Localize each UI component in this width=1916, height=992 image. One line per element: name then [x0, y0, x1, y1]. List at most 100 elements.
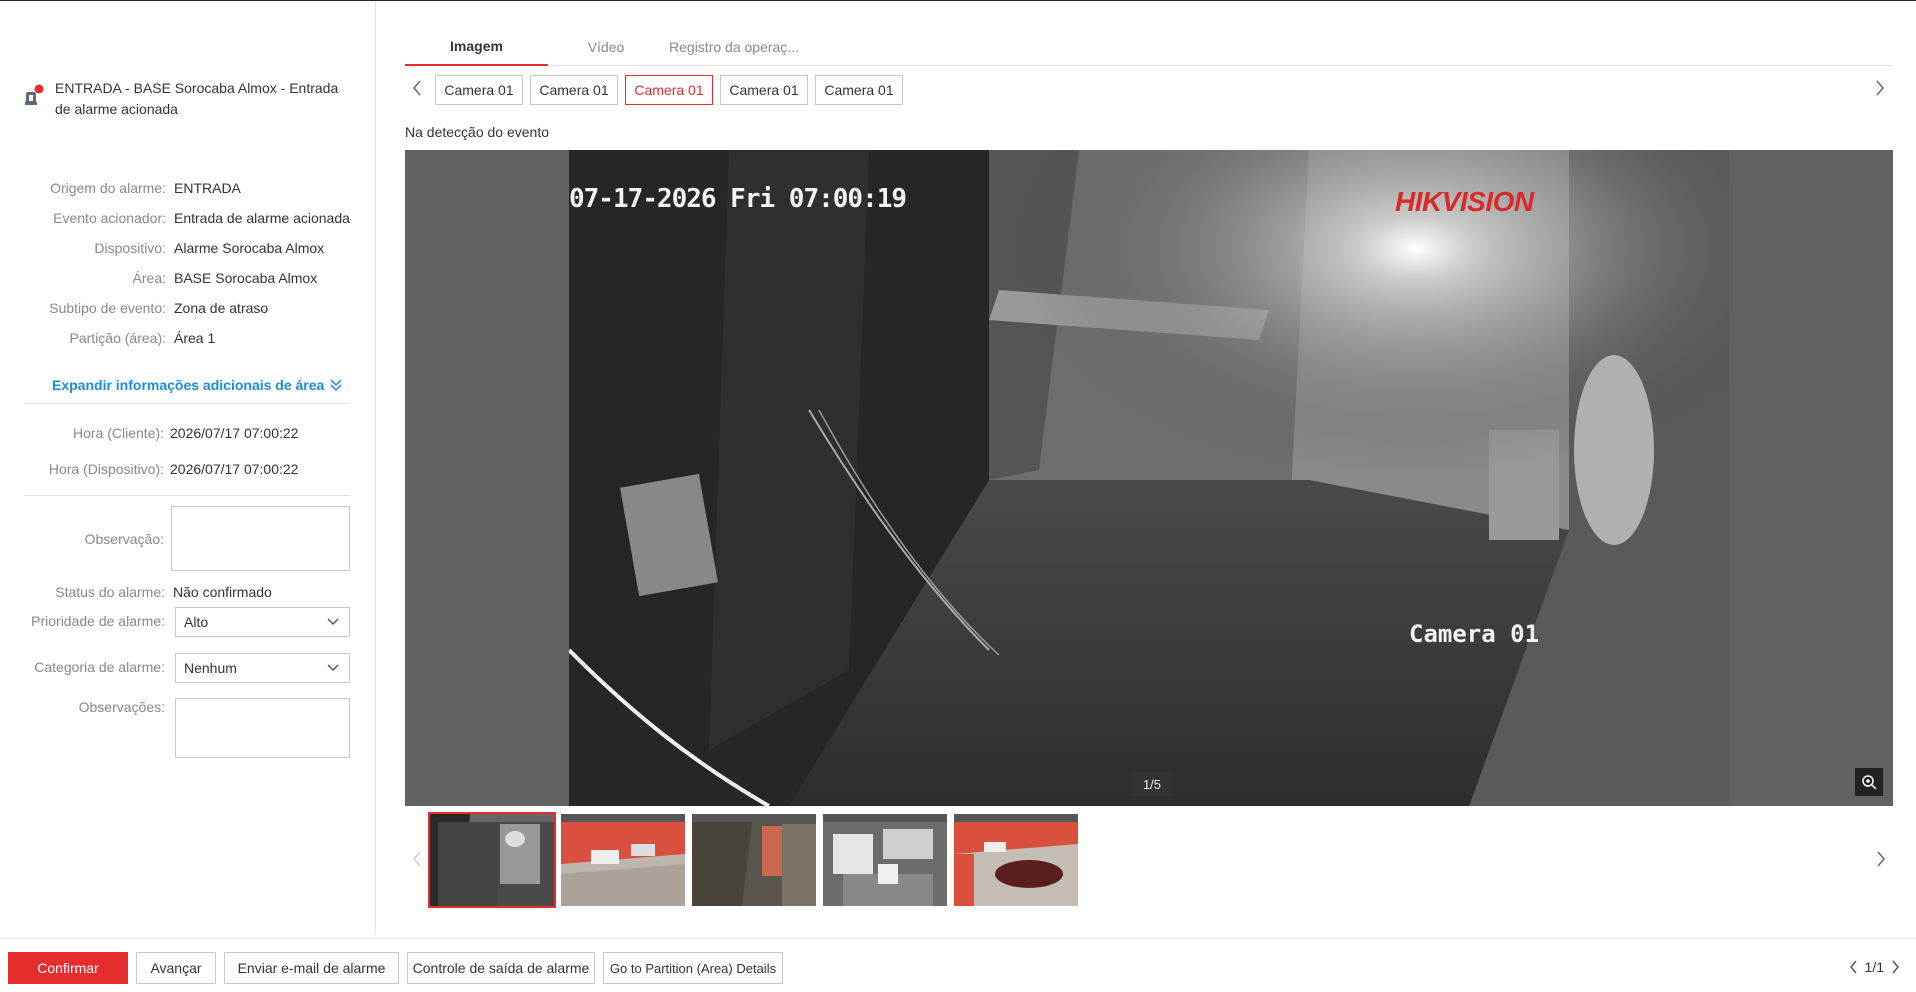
camera-brand-watermark: HIKVISION: [1395, 186, 1534, 217]
info-event-subtype: Subtipo de evento: Zona de atraso: [24, 298, 268, 318]
info-value: Zona de atraso: [174, 300, 269, 316]
osd-camera-name: Camera 01: [1409, 620, 1540, 648]
time-value: 2026/07/17 07:00:22: [170, 461, 299, 477]
camera-snapshot: 07-17-2026 Fri 07:00:19 HIKVISION Camera…: [569, 150, 1729, 806]
chevron-down-icon: [327, 664, 339, 672]
priority-value: Alto: [184, 614, 209, 630]
alarm-details-panel: ENTRADA - BASE Sorocaba Almox - Entrada …: [0, 1, 376, 934]
camera-prev-arrow[interactable]: [411, 79, 423, 102]
thumbnail-5[interactable]: [954, 814, 1078, 906]
camera-button-5[interactable]: Camera 01: [815, 75, 903, 105]
thumb-prev-arrow[interactable]: [411, 850, 423, 871]
thumbnail-image: [561, 814, 685, 906]
thumbnail-2[interactable]: [561, 814, 685, 906]
camera-button-2[interactable]: Camera 01: [530, 75, 618, 105]
tab-bar: Imagem Vídeo Registro da operaç...: [405, 28, 1893, 66]
tab-video[interactable]: Vídeo: [548, 28, 664, 66]
send-alarm-email-button[interactable]: Enviar e-mail de alarme: [224, 952, 399, 984]
remarks-textarea[interactable]: [175, 698, 350, 758]
priority-select[interactable]: Alto: [175, 607, 350, 637]
snapshot-image: [569, 150, 1729, 806]
info-label: Origem do alarme:: [50, 180, 166, 196]
remarks-row: Observações:: [24, 695, 165, 715]
info-partition: Partição (área): Área 1: [24, 328, 216, 348]
chevron-left-icon[interactable]: [1849, 960, 1859, 974]
chevron-down-icon: [327, 618, 339, 626]
chevron-right-icon: [1876, 80, 1884, 96]
info-value: Alarme Sorocaba Almox: [174, 240, 325, 256]
priority-row: Prioridade de alarme:: [24, 607, 165, 629]
thumb-next-arrow[interactable]: [1875, 850, 1887, 871]
advance-button[interactable]: Avançar: [136, 952, 216, 984]
image-counter: 1/5: [1132, 772, 1172, 796]
category-value: Nenhum: [184, 660, 237, 676]
partition-details-button[interactable]: Go to Partition (Area) Details: [603, 952, 783, 984]
observation-label: Observação:: [84, 531, 164, 547]
info-origin: Origem do alarme: ENTRADA: [24, 178, 241, 198]
expand-label: Expandir informações adicionais de área: [52, 377, 325, 393]
zoom-button[interactable]: [1855, 768, 1883, 796]
alarm-title: ENTRADA - BASE Sorocaba Almox - Entrada …: [55, 80, 339, 117]
tab-image[interactable]: Imagem: [405, 28, 548, 66]
zoom-in-icon: [1862, 775, 1877, 790]
double-chevron-down-icon: [330, 379, 342, 392]
observation-row: Observação:: [24, 525, 164, 547]
divider: [24, 495, 350, 496]
info-label: Subtipo de evento:: [49, 300, 166, 316]
thumbnail-4[interactable]: [823, 814, 947, 906]
confirm-button[interactable]: Confirmar: [8, 952, 128, 984]
chevron-left-icon: [413, 851, 421, 867]
osd-timestamp: 07-17-2026 Fri 07:00:19: [569, 184, 907, 214]
status-value: Não confirmado: [173, 584, 272, 600]
alarm-output-control-button[interactable]: Controle de saída de alarme: [407, 952, 595, 984]
action-footer: Confirmar Avançar Enviar e-mail de alarm…: [0, 938, 1916, 992]
camera-button-4[interactable]: Camera 01: [720, 75, 808, 105]
category-row: Categoria de alarme:: [24, 653, 165, 675]
remarks-label: Observações:: [78, 699, 165, 715]
divider: [24, 403, 350, 404]
priority-label: Prioridade de alarme:: [31, 613, 165, 629]
alarm-status-row: Status do alarme: Não confirmado: [24, 582, 272, 602]
camera-button-3[interactable]: Camera 01: [625, 75, 713, 105]
thumbnail-image: [430, 814, 554, 906]
camera-button-1[interactable]: Camera 01: [435, 75, 523, 105]
alarm-siren-icon: [24, 84, 44, 106]
status-label: Status do alarme:: [55, 584, 165, 600]
thumbnail-image: [954, 814, 1078, 906]
info-label: Evento acionador:: [53, 210, 166, 226]
thumbnail-1[interactable]: [428, 812, 556, 908]
thumbnail-image: [823, 814, 947, 906]
info-value: Área 1: [174, 330, 216, 346]
thumbnail-3[interactable]: [692, 814, 816, 906]
time-device: Hora (Dispositivo): 2026/07/17 07:00:22: [24, 459, 299, 479]
alarm-header: ENTRADA - BASE Sorocaba Almox - Entrada …: [24, 78, 354, 120]
info-value: ENTRADA: [174, 180, 241, 196]
chevron-left-icon: [413, 80, 421, 96]
detection-label: Na detecção do evento: [405, 124, 549, 140]
image-viewer[interactable]: 07-17-2026 Fri 07:00:19 HIKVISION Camera…: [405, 150, 1893, 806]
info-value: BASE Sorocaba Almox: [174, 270, 318, 286]
chevron-right-icon[interactable]: [1890, 960, 1900, 974]
thumbnail-image: [692, 814, 816, 906]
info-device: Dispositivo: Alarme Sorocaba Almox: [24, 238, 324, 258]
category-select[interactable]: Nenhum: [175, 653, 350, 683]
info-value: Entrada de alarme acionada: [174, 210, 350, 226]
info-label: Área:: [132, 270, 166, 286]
chevron-right-icon: [1877, 851, 1885, 867]
thumbnail-strip: [405, 812, 1893, 912]
time-value: 2026/07/17 07:00:22: [170, 425, 299, 441]
tab-operation-log[interactable]: Registro da operaç...: [664, 28, 804, 66]
info-label: Partição (área):: [69, 330, 166, 346]
info-label: Dispositivo:: [94, 240, 166, 256]
observation-textarea[interactable]: [171, 506, 350, 571]
camera-next-arrow[interactable]: [1874, 79, 1886, 102]
time-label: Hora (Cliente):: [72, 425, 164, 441]
time-client: Hora (Cliente): 2026/07/17 07:00:22: [24, 423, 299, 443]
info-trigger-event: Evento acionador: Entrada de alarme acio…: [24, 208, 350, 228]
info-area: Área: BASE Sorocaba Almox: [24, 268, 318, 288]
time-label: Hora (Dispositivo):: [48, 461, 164, 477]
pager: 1/1: [1849, 959, 1900, 975]
page-indicator: 1/1: [1864, 959, 1884, 975]
category-label: Categoria de alarme:: [34, 659, 165, 675]
expand-area-info-link[interactable]: Expandir informações adicionais de área: [52, 377, 343, 393]
